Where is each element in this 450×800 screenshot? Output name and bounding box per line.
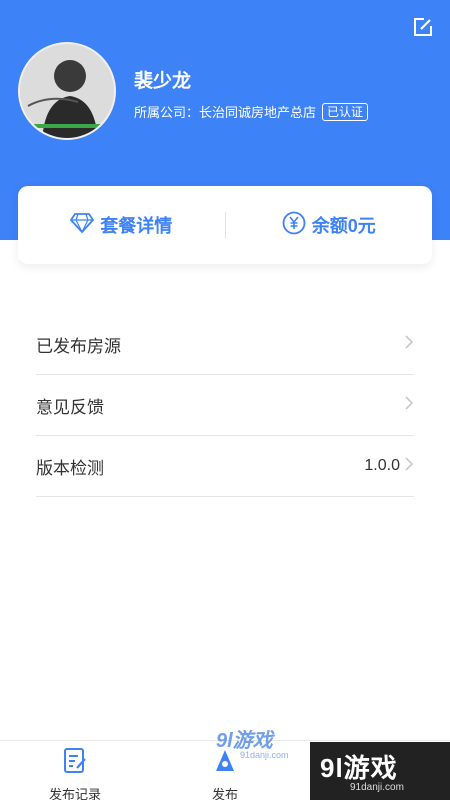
tab-label: 发布记录: [48, 787, 101, 800]
yuan-coin-icon: [282, 211, 312, 240]
tab-publish-records[interactable]: 发布记录: [25, 747, 125, 800]
document-edit-icon: [62, 747, 88, 778]
company-name: 长治同诚房地产总店: [199, 105, 317, 120]
version-value: 1.0.0: [364, 457, 400, 474]
chevron-right-icon: [404, 395, 414, 416]
balance-button[interactable]: 余额0元: [226, 211, 433, 240]
package-details-button[interactable]: 套餐详情: [18, 212, 225, 239]
company-info: 所属公司： 长治同诚房地产总店 已认证: [134, 102, 369, 121]
diamond-icon: [70, 212, 100, 239]
watermark-logo: 9l游戏 91danji.com: [210, 722, 310, 768]
settings-menu: 已发布房源 意见反馈 版本检测 1.0.0: [36, 314, 414, 497]
tab-label: 发布: [211, 787, 238, 800]
avatar[interactable]: [18, 42, 116, 140]
company-label: 所属公司：: [134, 105, 200, 120]
watermark-url: 91danji.com: [350, 782, 404, 793]
balance-label: 余额0元: [311, 216, 376, 236]
watermark-text: 9l游戏: [320, 753, 398, 783]
menu-item-label: 意见反馈: [36, 397, 104, 417]
watermark-banner: 9l游戏 91danji.com: [310, 742, 450, 800]
package-label: 套餐详情: [100, 216, 173, 236]
chevron-right-icon: [404, 334, 414, 355]
user-name: 裴少龙: [134, 71, 192, 92]
menu-item-version-check[interactable]: 版本检测 1.0.0: [36, 436, 414, 497]
menu-item-feedback[interactable]: 意见反馈: [36, 375, 414, 436]
watermark-text: 9l游戏: [216, 730, 273, 752]
menu-item-published-listings[interactable]: 已发布房源: [36, 314, 414, 375]
menu-item-label: 已发布房源: [36, 336, 121, 356]
verified-badge: 已认证: [322, 102, 369, 121]
chevron-right-icon: [404, 456, 414, 477]
edit-icon[interactable]: [412, 16, 434, 38]
account-card: 套餐详情 余额0元: [18, 186, 432, 264]
watermark-url: 91danji.com: [240, 750, 289, 760]
menu-item-label: 版本检测: [36, 458, 104, 478]
